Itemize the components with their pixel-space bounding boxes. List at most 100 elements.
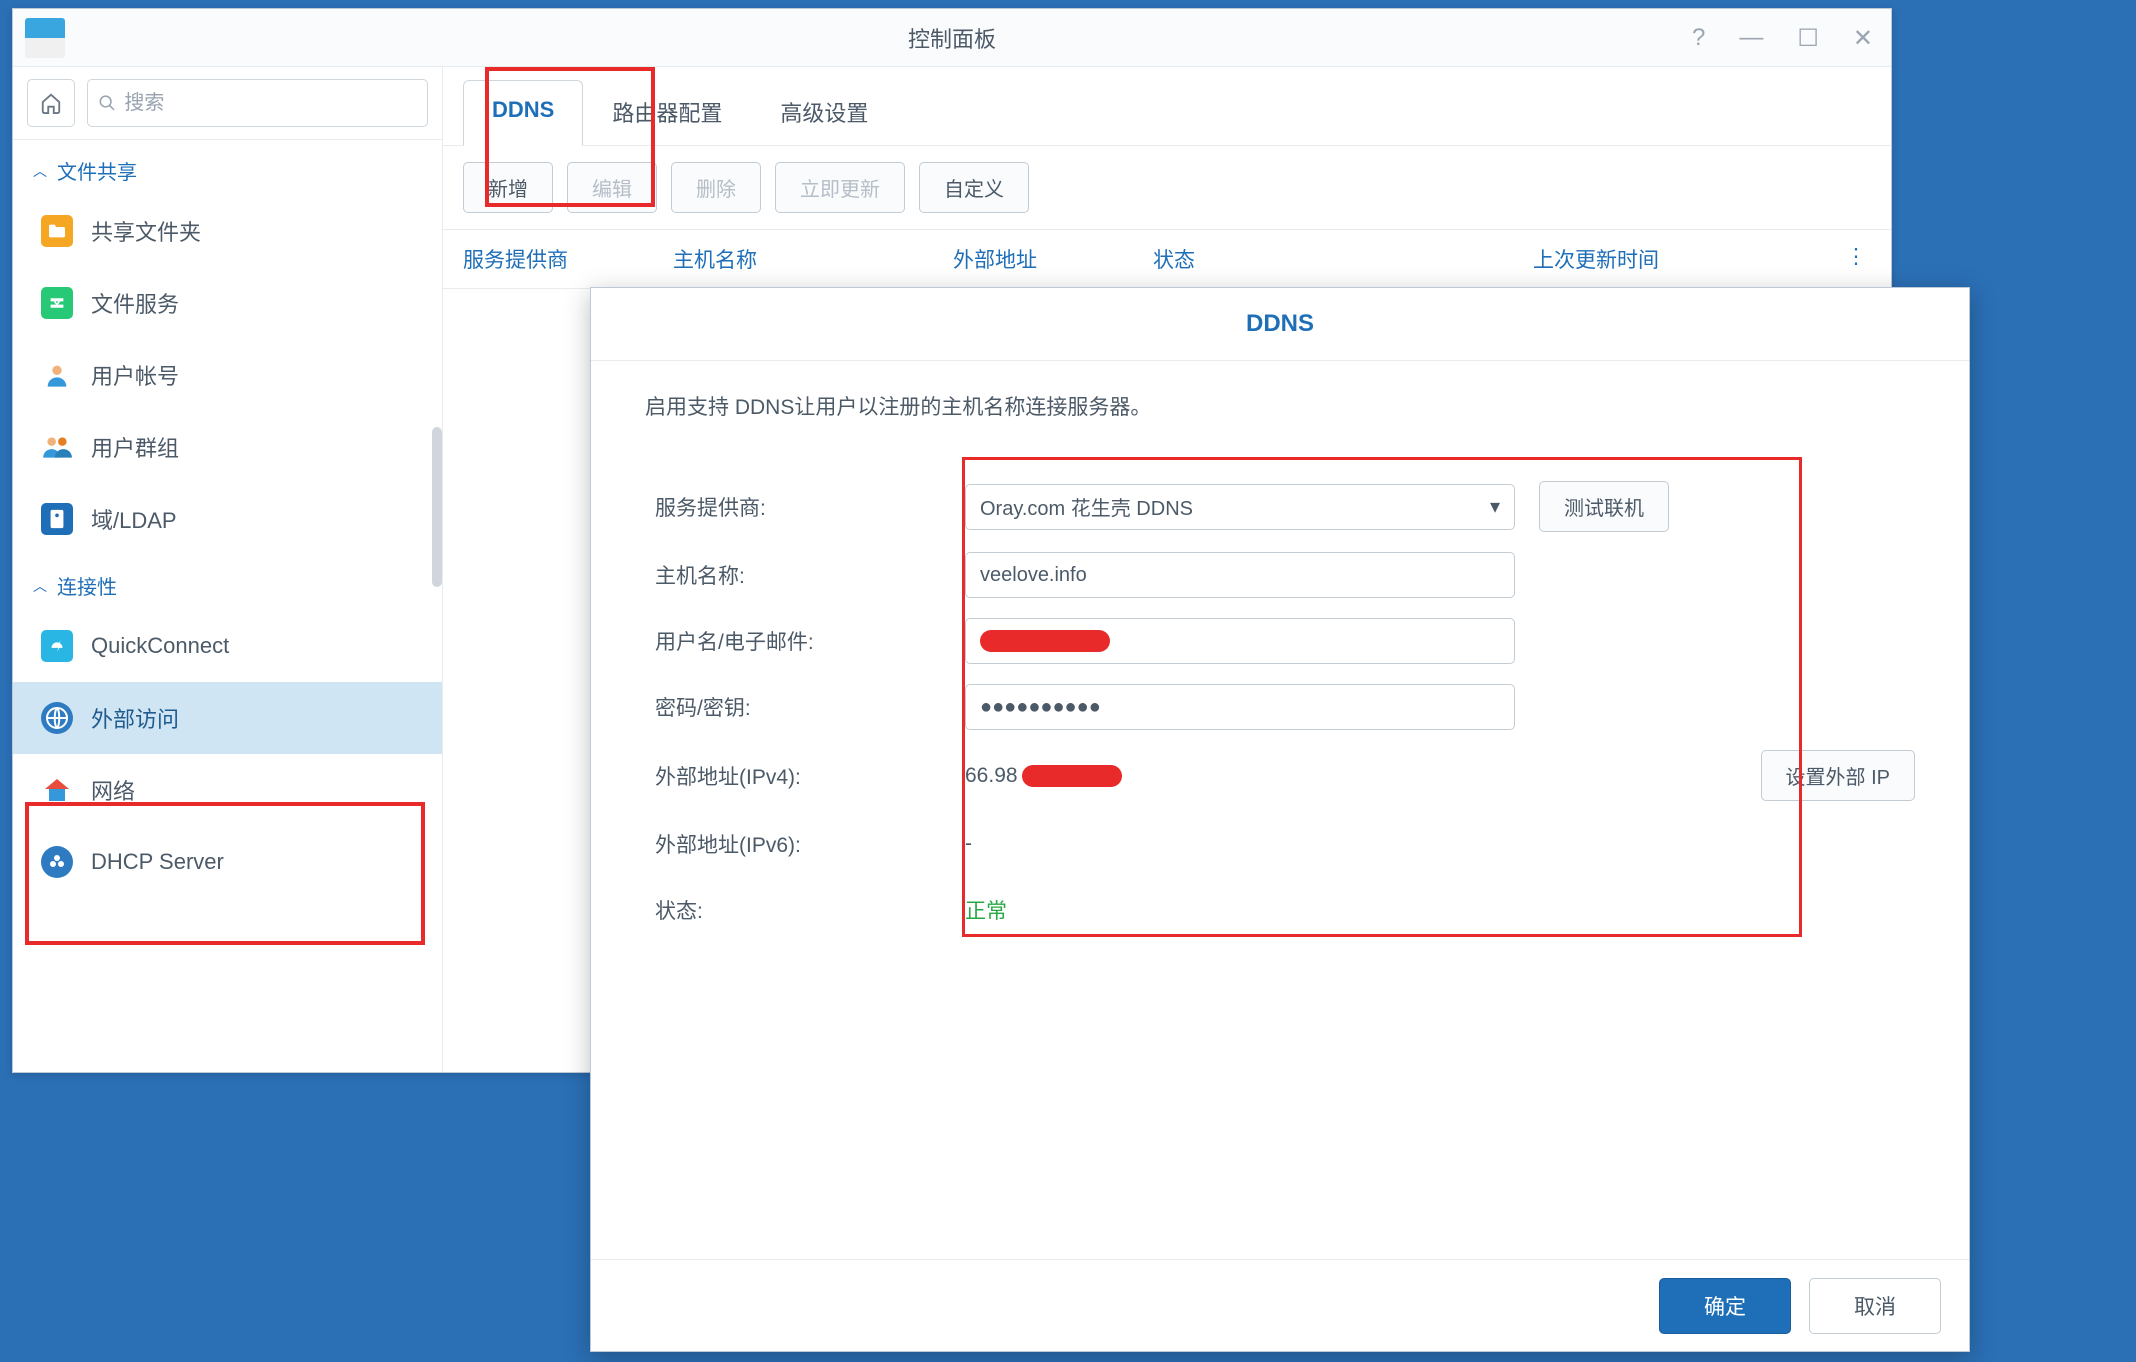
scrollbar-thumb[interactable] (432, 427, 442, 587)
nav-label: 外部访问 (91, 702, 179, 734)
label-hostname: 主机名称: (645, 560, 965, 590)
set-external-ip-button[interactable]: 设置外部 IP (1761, 750, 1915, 801)
edit-button: 编辑 (567, 162, 657, 213)
col-status[interactable]: 状态 (1153, 244, 1533, 274)
sidebar-item-domain[interactable]: 域/LDAP (13, 483, 442, 555)
tab-advanced[interactable]: 高级设置 (751, 79, 897, 145)
user-icon (41, 359, 73, 391)
quickconnect-icon (41, 630, 73, 662)
section-connectivity[interactable]: ︿ 连接性 (13, 555, 442, 610)
sidebar: ︿ 文件共享 共享文件夹 文件服务 用户帐号 (13, 67, 443, 1072)
group-icon (41, 431, 73, 463)
section-label: 连接性 (57, 571, 117, 600)
dhcp-icon (41, 846, 73, 878)
ipv6-value: - (965, 832, 1515, 856)
nav-label: DHCP Server (91, 849, 224, 875)
window-controls: ? — ☐ ✕ (1684, 9, 1881, 67)
row-status: 状态: 正常 (645, 887, 1915, 933)
label-ipv6: 外部地址(IPv6): (645, 829, 965, 859)
sidebar-item-dhcp[interactable]: DHCP Server (13, 826, 442, 898)
home-icon (40, 92, 62, 114)
update-now-button: 立即更新 (775, 162, 905, 213)
home-button[interactable] (27, 79, 75, 127)
chevron-down-icon: ▾ (1490, 494, 1500, 519)
sidebar-item-shared-folder[interactable]: 共享文件夹 (13, 195, 442, 267)
sidebar-item-external-access[interactable]: 外部访问 (13, 682, 442, 754)
close-button[interactable]: ✕ (1845, 20, 1881, 57)
col-provider[interactable]: 服务提供商 (463, 244, 673, 274)
row-username: 用户名/电子邮件: (645, 618, 1915, 664)
col-external-addr[interactable]: 外部地址 (953, 244, 1153, 274)
tab-ddns[interactable]: DDNS (463, 80, 583, 146)
app-icon (25, 18, 65, 58)
dialog-title: DDNS (591, 288, 1969, 361)
label-ipv4: 外部地址(IPv4): (645, 761, 965, 791)
dialog-body: 启用支持 DDNS让用户以注册的主机名称连接服务器。 服务提供商: Oray.c… (591, 361, 1969, 1260)
section-file-sharing[interactable]: ︿ 文件共享 (13, 140, 442, 195)
redacted-value (1022, 765, 1122, 787)
titlebar: 控制面板 ? — ☐ ✕ (13, 9, 1891, 67)
ok-button[interactable]: 确定 (1659, 1278, 1791, 1334)
label-status: 状态: (645, 895, 965, 925)
provider-select[interactable]: Oray.com 花生壳 DDNS ▾ (965, 484, 1515, 530)
nav-label: QuickConnect (91, 633, 229, 659)
provider-value: Oray.com 花生壳 DDNS (980, 492, 1193, 521)
dialog-footer: 确定 取消 (591, 1259, 1969, 1351)
label-username: 用户名/电子邮件: (645, 626, 965, 656)
sidebar-item-group[interactable]: 用户群组 (13, 411, 442, 483)
domain-icon (41, 503, 73, 535)
table-header: 服务提供商 主机名称 外部地址 状态 上次更新时间 ⋮ (443, 229, 1891, 289)
search-icon (98, 93, 116, 113)
chevron-up-icon: ︿ (33, 576, 47, 596)
row-password: 密码/密钥: (645, 684, 1915, 730)
chevron-up-icon: ︿ (33, 161, 47, 181)
minimize-button[interactable]: — (1731, 20, 1771, 56)
redacted-value (980, 630, 1110, 652)
nav-label: 域/LDAP (91, 503, 177, 535)
sidebar-item-quickconnect[interactable]: QuickConnect (13, 610, 442, 682)
col-hostname[interactable]: 主机名称 (673, 244, 953, 274)
tabs: DDNS 路由器配置 高级设置 (443, 67, 1891, 146)
dialog-description: 启用支持 DDNS让用户以注册的主机名称连接服务器。 (645, 391, 1915, 421)
test-connection-button[interactable]: 测试联机 (1539, 481, 1669, 532)
section-label: 文件共享 (57, 156, 137, 185)
delete-button: 删除 (671, 162, 761, 213)
ipv4-value: 66.98 (965, 764, 1515, 788)
label-password: 密码/密钥: (645, 692, 965, 722)
nav-label: 网络 (91, 774, 135, 806)
label-provider: 服务提供商: (645, 492, 965, 522)
sidebar-item-network[interactable]: 网络 (13, 754, 442, 826)
nav-label: 用户群组 (91, 431, 179, 463)
nav-label: 共享文件夹 (91, 215, 201, 247)
folder-icon (41, 215, 73, 247)
hostname-input[interactable] (965, 552, 1515, 598)
ddns-form: 服务提供商: Oray.com 花生壳 DDNS ▾ 测试联机 主机名称: 用户… (645, 481, 1915, 933)
password-input[interactable] (965, 684, 1515, 730)
custom-button[interactable]: 自定义 (919, 162, 1029, 213)
help-button[interactable]: ? (1684, 20, 1713, 56)
search-input[interactable] (124, 92, 417, 115)
ddns-dialog: DDNS 启用支持 DDNS让用户以注册的主机名称连接服务器。 服务提供商: O… (590, 287, 1970, 1352)
sidebar-item-file-services[interactable]: 文件服务 (13, 267, 442, 339)
window-title: 控制面板 (13, 22, 1891, 54)
nav-label: 文件服务 (91, 287, 179, 319)
sidebar-item-user[interactable]: 用户帐号 (13, 339, 442, 411)
col-last-updated[interactable]: 上次更新时间 (1533, 244, 1841, 274)
status-value: 正常 (965, 895, 1515, 925)
row-provider: 服务提供商: Oray.com 花生壳 DDNS ▾ 测试联机 (645, 481, 1915, 532)
add-button[interactable]: 新增 (463, 162, 553, 213)
globe-icon (41, 702, 73, 734)
maximize-button[interactable]: ☐ (1789, 20, 1827, 57)
search-box[interactable] (87, 79, 428, 127)
col-more-icon[interactable]: ⋮ (1841, 244, 1871, 274)
tab-router[interactable]: 路由器配置 (583, 79, 751, 145)
username-input[interactable] (965, 618, 1515, 664)
row-ipv4: 外部地址(IPv4): 66.98 设置外部 IP (645, 750, 1915, 801)
row-ipv6: 外部地址(IPv6): - (645, 821, 1915, 867)
row-hostname: 主机名称: (645, 552, 1915, 598)
file-service-icon (41, 287, 73, 319)
network-icon (41, 774, 73, 806)
cancel-button[interactable]: 取消 (1809, 1278, 1941, 1334)
toolbar: 新增 编辑 删除 立即更新 自定义 (443, 146, 1891, 229)
nav-label: 用户帐号 (91, 359, 179, 391)
